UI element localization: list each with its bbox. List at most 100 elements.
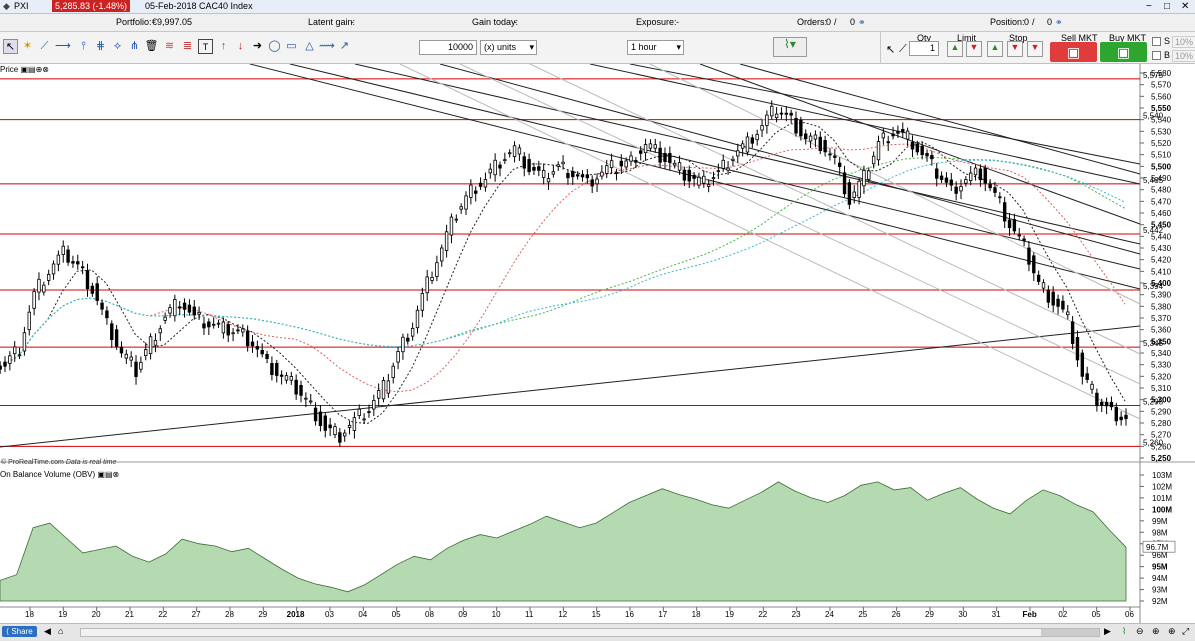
ellipse-icon[interactable]: ◯ bbox=[267, 39, 282, 54]
arrow-right-icon[interactable]: ➜ bbox=[250, 39, 265, 54]
zoom-in-icon[interactable]: ⊕ bbox=[1152, 626, 1160, 637]
candle-body bbox=[925, 152, 929, 157]
crosshair-icon[interactable]: ✶ bbox=[20, 39, 35, 54]
horizontal-scrollbar[interactable] bbox=[80, 628, 1100, 637]
sell-mkt-button[interactable]: ▣ bbox=[1050, 42, 1097, 62]
candle-body bbox=[342, 432, 347, 437]
candle-body bbox=[309, 400, 313, 403]
panel-settings-icon[interactable]: ▤ bbox=[28, 65, 36, 74]
time-tick-label: 27 bbox=[192, 610, 201, 619]
fan-icon[interactable]: ⟡ bbox=[110, 39, 125, 54]
candle-body bbox=[842, 172, 847, 195]
share-button[interactable]: ⟨ Share bbox=[2, 626, 37, 637]
candle-body bbox=[90, 285, 95, 294]
panel-settings-icon[interactable]: ▤ bbox=[105, 470, 113, 479]
limit-buy-button[interactable]: ▲ bbox=[947, 41, 963, 57]
time-tick-label: 21 bbox=[125, 610, 134, 619]
triangle-icon[interactable]: △ bbox=[302, 39, 317, 54]
candle-body bbox=[8, 355, 12, 364]
s-label: S bbox=[1164, 36, 1171, 46]
chart-area[interactable]: 5,575 5,540 5,485 5,442 5,394 5,345 5,295 5,260… bbox=[0, 63, 1195, 641]
source-note-text: Data is real time bbox=[65, 459, 117, 466]
arrow-down-icon[interactable]: ↓ bbox=[233, 39, 248, 54]
account-bar: Portfolio: €9,997.05 Latent gain: - Gain… bbox=[0, 14, 1195, 32]
candle-body bbox=[173, 299, 177, 317]
orders-label: Orders: bbox=[797, 17, 828, 27]
price-tick-label: 5,270 bbox=[1151, 431, 1172, 440]
candle-body bbox=[541, 170, 546, 178]
b-checkbox[interactable] bbox=[1152, 51, 1161, 60]
close-icon[interactable]: ✕ bbox=[1181, 1, 1189, 12]
obv-last-label: 96.7M bbox=[1146, 543, 1169, 552]
qty-input[interactable]: 1 bbox=[909, 41, 939, 56]
chart-svg[interactable]: 5,5755,5405,4855,4425,3945,3455,2955,260… bbox=[0, 63, 1195, 641]
scroll-left-icon[interactable]: ◀ bbox=[44, 626, 51, 637]
ray-icon[interactable]: ↗ bbox=[337, 39, 352, 54]
units-select[interactable]: (x) units ▾ bbox=[480, 40, 537, 55]
stop-sell-button[interactable]: ▼ bbox=[1007, 41, 1023, 57]
minimize-icon[interactable]: − bbox=[1146, 1, 1152, 12]
candle-body bbox=[973, 167, 978, 176]
candle-body bbox=[736, 150, 740, 157]
text-icon[interactable]: T bbox=[198, 39, 213, 54]
panel-window-icon[interactable]: ▣ bbox=[20, 65, 28, 74]
panel-window-icon[interactable]: ▣ bbox=[97, 470, 105, 479]
zoom-chart-icon[interactable]: ⌇ bbox=[1122, 626, 1126, 637]
price-tick-label: 5,320 bbox=[1151, 372, 1172, 381]
cursor-icon[interactable]: ↖ bbox=[3, 39, 18, 54]
candle-body bbox=[275, 363, 279, 376]
candle-body bbox=[527, 159, 531, 173]
scroll-right-icon[interactable]: ▶ bbox=[1104, 626, 1111, 637]
exposure-value: - bbox=[676, 17, 679, 27]
candle-body bbox=[46, 273, 51, 281]
price-panel-header: Price ▣▤⊕⊗ bbox=[0, 65, 49, 74]
candle-body bbox=[575, 174, 580, 177]
limit-buy-button-2[interactable]: ▲ bbox=[987, 41, 1003, 57]
channel-icon[interactable]: ⋕ bbox=[93, 39, 108, 54]
pointer-icon[interactable]: ↖ bbox=[886, 43, 895, 56]
vertical-line-icon[interactable]: ⫯ bbox=[76, 39, 91, 54]
horizontal-line-icon[interactable]: ⟶ bbox=[55, 39, 71, 54]
position-value: 0 bbox=[1024, 17, 1030, 27]
candle-body bbox=[425, 276, 429, 294]
buy-mkt-button[interactable]: ▣ bbox=[1100, 42, 1147, 62]
limit-sell-button[interactable]: ▼ bbox=[966, 41, 982, 57]
delete-icon[interactable]: 🗑 bbox=[144, 39, 159, 54]
panel-close-icon[interactable]: ⊗ bbox=[42, 65, 49, 74]
zoom-in-large-icon[interactable]: ⊕ bbox=[1168, 626, 1176, 637]
zoom-out-icon[interactable]: ⊖ bbox=[1136, 626, 1144, 637]
timeframe-select[interactable]: 1 hour ▾ bbox=[627, 40, 684, 55]
position-link-icon[interactable]: ⚭ bbox=[1055, 17, 1063, 28]
quantity-input[interactable]: 10000 bbox=[419, 40, 477, 55]
fullscreen-icon[interactable]: ⤢ bbox=[1182, 626, 1189, 637]
candle-body bbox=[76, 261, 80, 265]
position-label: Position: bbox=[990, 17, 1025, 27]
candle-body bbox=[988, 183, 992, 189]
panel-close-icon[interactable]: ⊗ bbox=[113, 470, 120, 479]
home-icon[interactable]: ⌂ bbox=[58, 626, 63, 636]
retracement-icon[interactable]: ≣ bbox=[180, 39, 195, 54]
maximize-icon[interactable]: □ bbox=[1164, 1, 1170, 12]
rectangle-icon[interactable]: ▭ bbox=[284, 39, 299, 54]
fibonacci-icon[interactable]: ≋ bbox=[162, 39, 177, 54]
scrollbar-thumb[interactable] bbox=[1041, 629, 1099, 636]
pitchfork-icon[interactable]: ⋔ bbox=[127, 39, 142, 54]
chart-type-button[interactable]: ⌇▾ bbox=[773, 37, 807, 57]
orders-link-icon[interactable]: ⚭ bbox=[858, 17, 866, 28]
candle-body bbox=[891, 133, 895, 137]
portfolio-value: €9,997.05 bbox=[152, 17, 193, 27]
trade-arrow-icon[interactable]: ⟋ bbox=[899, 43, 907, 56]
s-pct-field[interactable]: 10% bbox=[1172, 36, 1195, 48]
polyline-icon[interactable]: ⟿ bbox=[319, 39, 335, 54]
obv-tick-label: 96M bbox=[1152, 551, 1168, 560]
candle-body bbox=[367, 411, 371, 414]
candle-body bbox=[682, 169, 687, 181]
time-tick-label: 12 bbox=[558, 610, 567, 619]
trendline-icon[interactable]: ⟋ bbox=[37, 39, 52, 54]
candle-body bbox=[619, 160, 624, 167]
b-pct-field[interactable]: 10% bbox=[1172, 50, 1195, 62]
s-checkbox[interactable] bbox=[1152, 37, 1161, 46]
price-tick-label: 5,410 bbox=[1151, 267, 1172, 276]
stop-sell-button-2[interactable]: ▼ bbox=[1027, 41, 1043, 57]
arrow-up-icon[interactable]: ↑ bbox=[216, 39, 231, 54]
